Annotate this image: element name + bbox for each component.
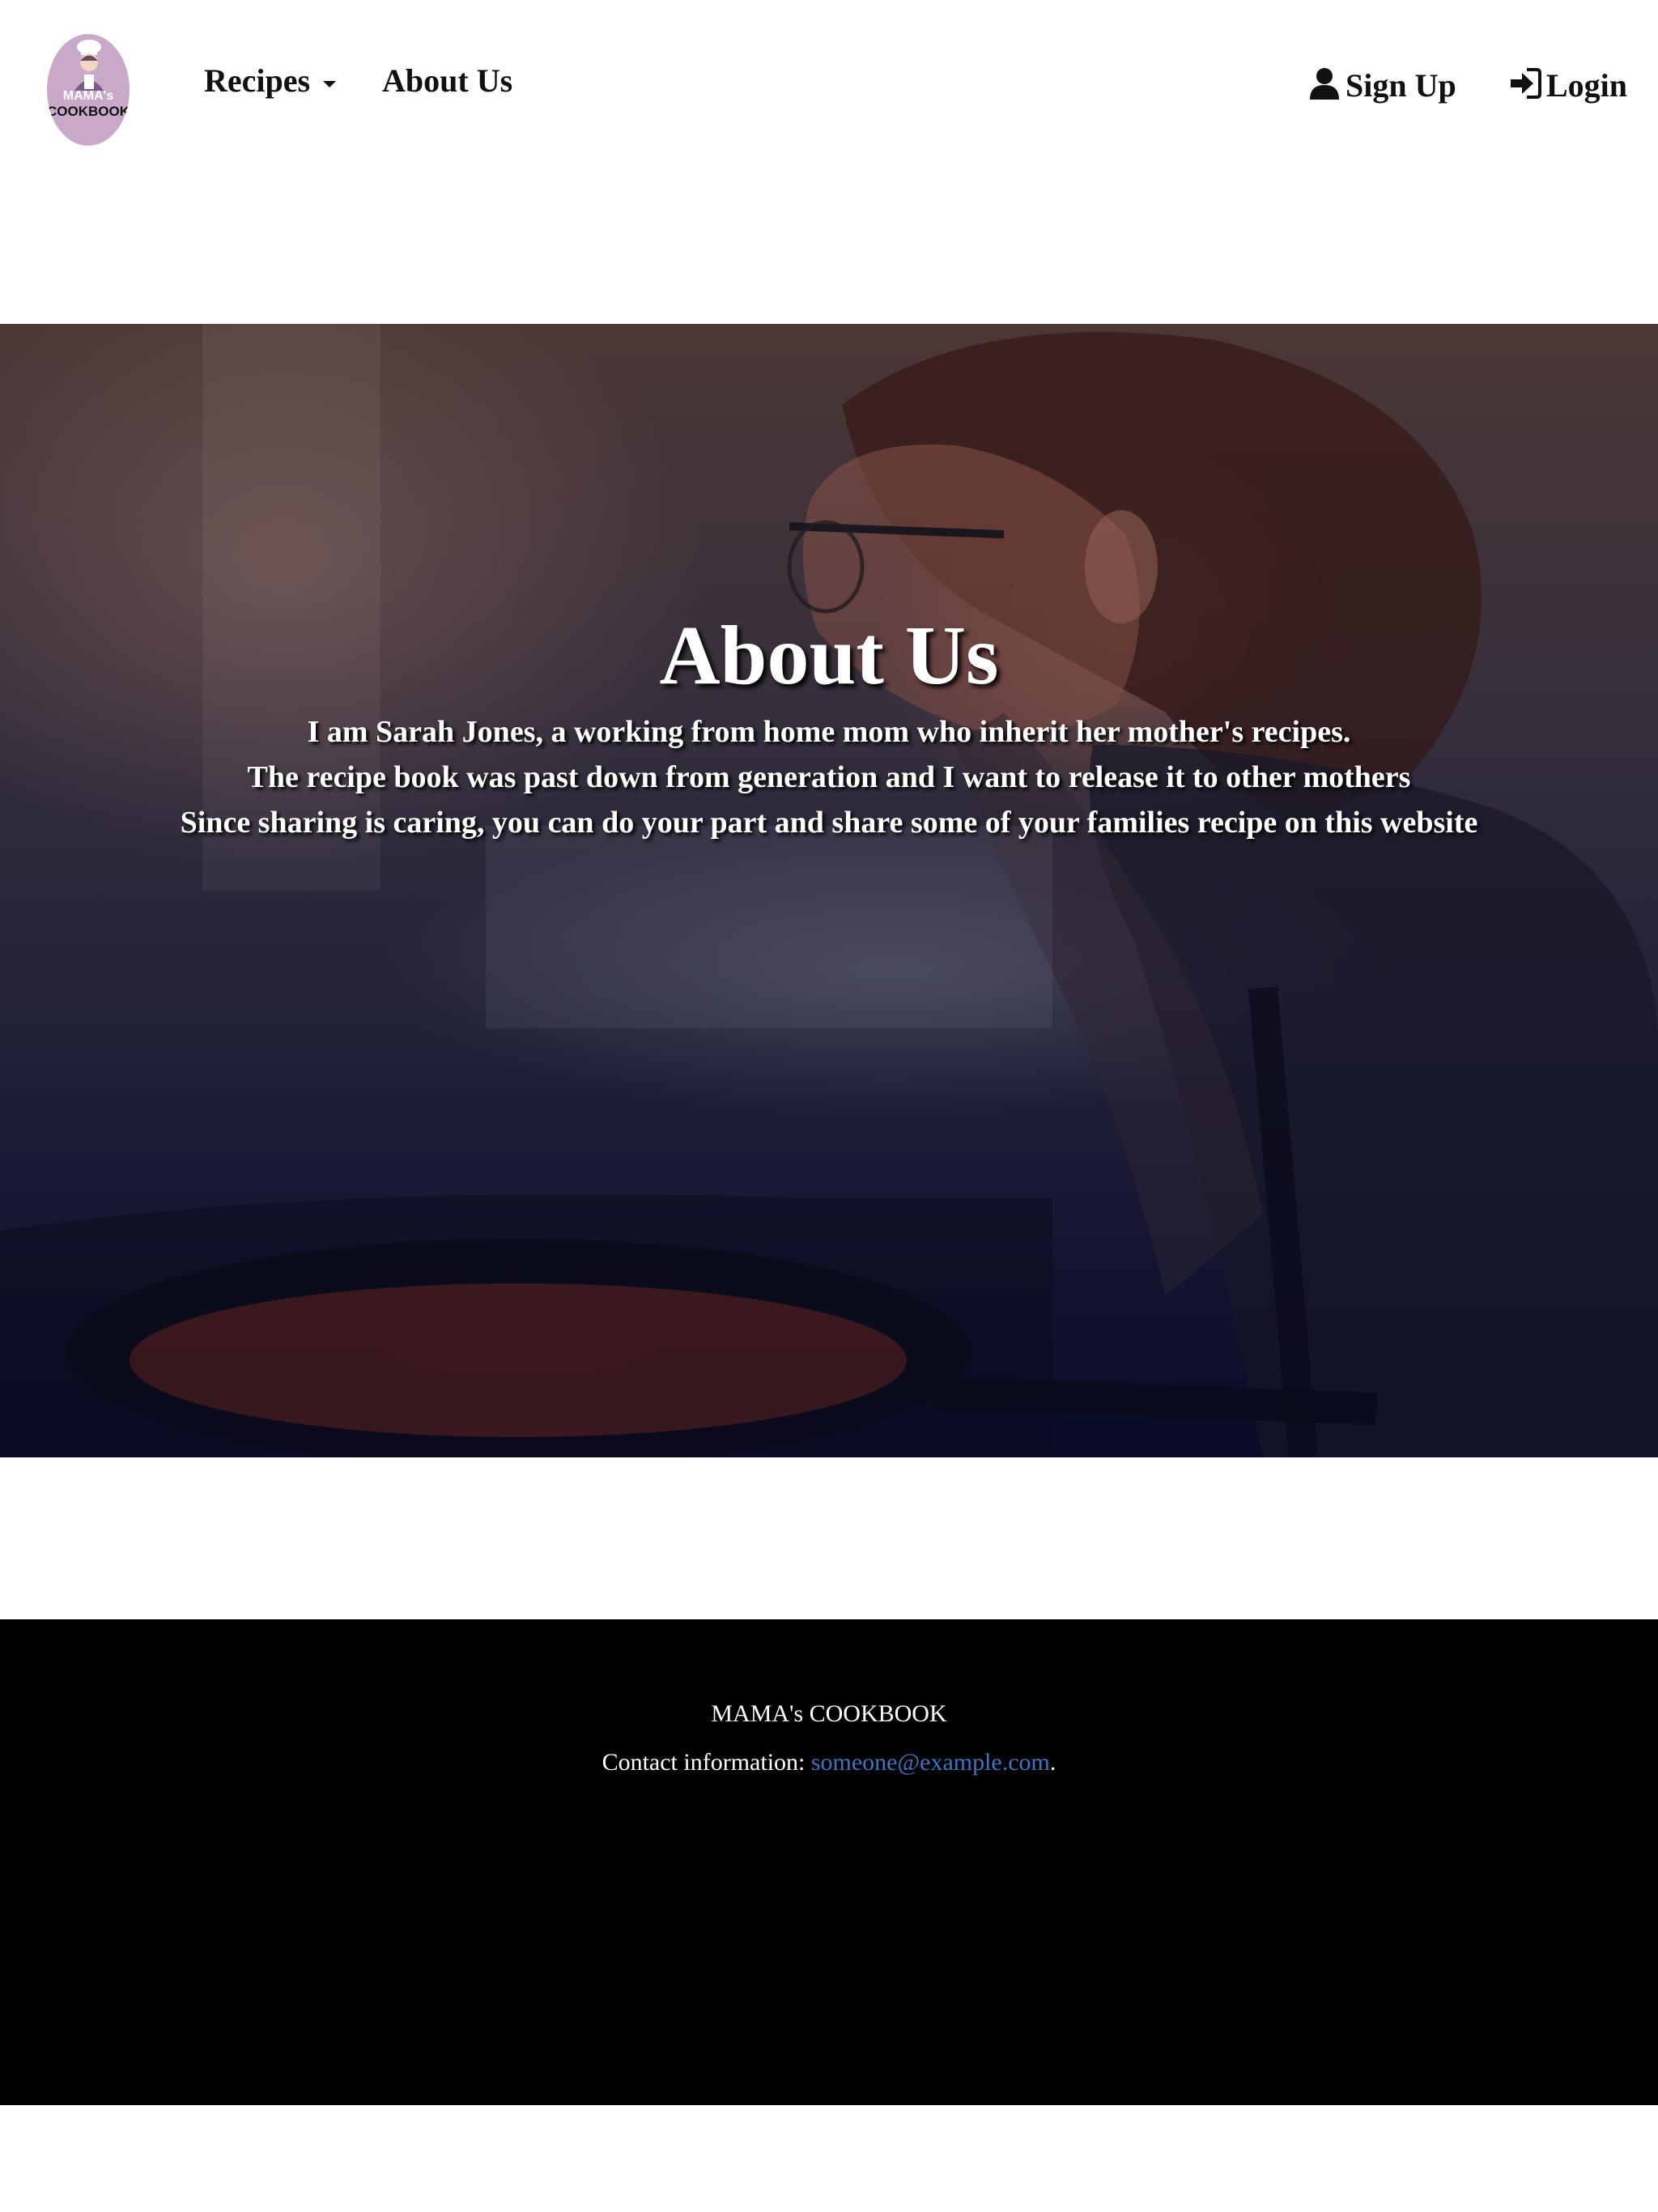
caret-down-icon (323, 80, 337, 87)
contact-period: . (1049, 1749, 1056, 1776)
logo-text-bottom: COOKBOOK (47, 104, 130, 119)
sign-up-link[interactable]: Sign Up (1308, 66, 1456, 104)
brand-logo[interactable]: MAMA's COOKBOOK (47, 34, 130, 146)
recipes-dropdown-label: Recipes (204, 62, 311, 99)
recipes-dropdown[interactable]: Recipes (204, 62, 337, 100)
hero-text-line: Since sharing is caring, you can do your… (180, 806, 1478, 840)
navbar: MAMA's COOKBOOK Recipes About Us Sign Up… (0, 0, 1658, 178)
login-link[interactable]: Login (1509, 66, 1627, 104)
footer-brand: MAMA's COOKBOOK (711, 1700, 947, 1727)
footer: MAMA's COOKBOOK Contact information: som… (0, 1619, 1658, 2105)
sign-up-label: Sign Up (1346, 67, 1456, 104)
contact-email-link[interactable]: someone@example.com (811, 1749, 1050, 1776)
nav-about-us[interactable]: About Us (382, 62, 512, 100)
hero-title: About Us (659, 609, 999, 702)
hero-overlay (0, 324, 1658, 1457)
contact-label: Contact information: (602, 1749, 811, 1776)
hero-text-line: The recipe book was past down from gener… (247, 760, 1411, 794)
hero-banner: About Us I am Sarah Jones, a working fro… (0, 324, 1658, 1457)
footer-contact: Contact information: someone@example.com… (0, 1749, 1658, 1776)
hero-text-line: I am Sarah Jones, a working from home mo… (307, 715, 1351, 749)
log-in-icon (1511, 68, 1541, 99)
logo-text-top: MAMA's (62, 89, 114, 103)
login-label: Login (1546, 67, 1628, 104)
user-icon (1310, 68, 1339, 100)
